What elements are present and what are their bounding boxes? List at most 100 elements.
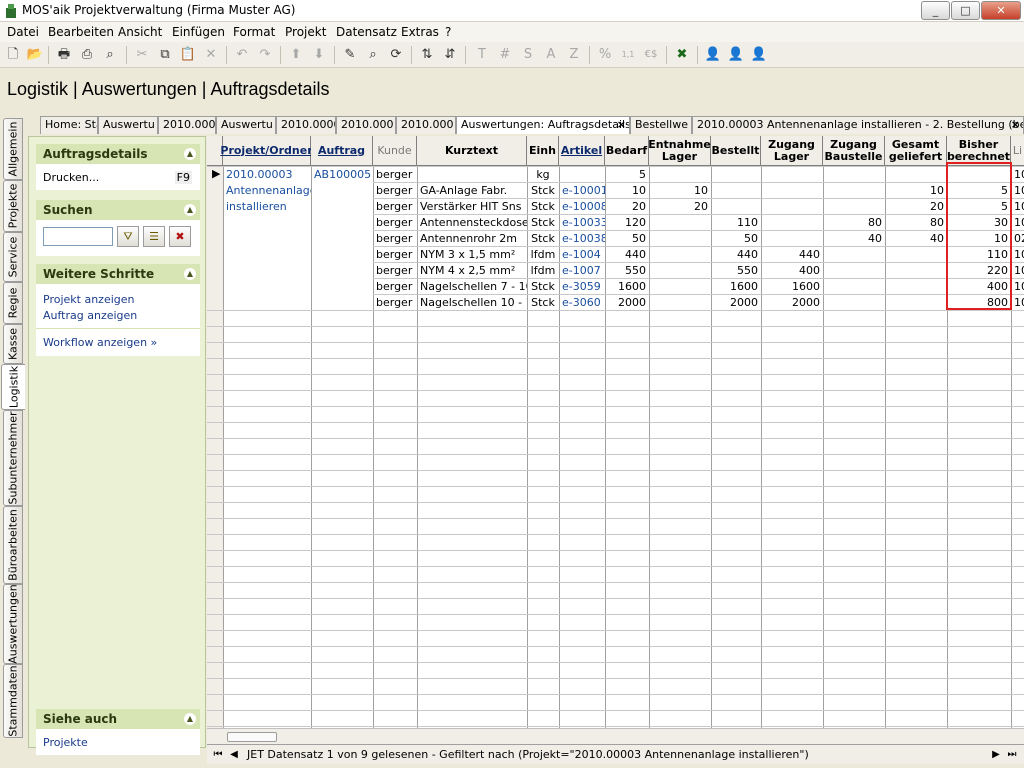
header-zugang-lager[interactable]: Zugang Lager bbox=[761, 136, 823, 166]
excel-export-icon[interactable]: ✖ bbox=[672, 45, 692, 65]
collapse-icon[interactable]: ▲ bbox=[184, 148, 196, 160]
cell-entnahme[interactable] bbox=[649, 279, 711, 295]
cell-zlager[interactable]: 2000 bbox=[761, 295, 823, 311]
vtab-bueroarbeiten[interactable]: Büroarbeiten bbox=[3, 506, 23, 584]
minimize-button[interactable]: _ bbox=[921, 1, 950, 20]
move-up-icon[interactable]: ⬆ bbox=[286, 45, 306, 65]
cell-artikel[interactable]: e-10038 bbox=[559, 231, 605, 247]
cell-gesamt[interactable] bbox=[885, 247, 947, 263]
cell-zlager[interactable] bbox=[761, 199, 823, 215]
cell-einh[interactable]: lfdm bbox=[527, 247, 559, 263]
cell-artikel[interactable]: e-3059 bbox=[559, 279, 605, 295]
cell-artikel[interactable]: e-10033 bbox=[559, 215, 605, 231]
cell-artikel[interactable]: e-10001 bbox=[559, 183, 605, 199]
header-auftrag[interactable]: Auftrag bbox=[311, 136, 373, 166]
menu-datensatz[interactable]: Datensatz bbox=[336, 25, 397, 39]
tab-auftragsdetails[interactable]: Auswertungen: Auftragsdetails × bbox=[456, 116, 630, 134]
cell-einh[interactable]: kg bbox=[527, 167, 559, 183]
cell-entnahme[interactable] bbox=[649, 167, 711, 183]
decimal-icon[interactable]: 1,1 bbox=[618, 45, 638, 65]
workflow-anzeigen-link[interactable]: Workflow anzeigen » bbox=[43, 336, 157, 349]
cell-kunde[interactable]: berger bbox=[373, 183, 417, 199]
cell-zlager[interactable]: 1600 bbox=[761, 279, 823, 295]
cell-bedarf[interactable]: 120 bbox=[605, 215, 649, 231]
cell-zbaustelle[interactable] bbox=[823, 247, 885, 263]
cell-zbaustelle[interactable] bbox=[823, 167, 885, 183]
vtab-service[interactable]: Service bbox=[3, 232, 23, 282]
weitere-schritte-header[interactable]: Weitere Schritte ▲ bbox=[36, 264, 200, 284]
cell-kurztext[interactable]: NYM 3 x 1,5 mm² bbox=[417, 247, 527, 263]
header-li[interactable]: Li bbox=[1011, 136, 1024, 166]
auftragsdetails-header[interactable]: Auftragsdetails ▲ bbox=[36, 144, 200, 164]
currency-icon[interactable]: €$ bbox=[641, 45, 661, 65]
cell-li[interactable]: 10 bbox=[1011, 295, 1024, 311]
cell-bestellt[interactable] bbox=[711, 167, 761, 183]
cell-kurztext[interactable]: Nagelschellen 10 - 14 bbox=[417, 295, 527, 311]
tab-2-bestellung[interactable]: 2010.00003 Antennenanlage installieren -… bbox=[692, 116, 1024, 134]
scroll-thumb[interactable] bbox=[227, 732, 277, 742]
find-icon[interactable]: ⌕ bbox=[100, 45, 120, 65]
header-kurztext[interactable]: Kurztext bbox=[417, 136, 527, 166]
cell-gesamt[interactable]: 10 bbox=[885, 183, 947, 199]
header-bedarf[interactable]: Bedarf bbox=[605, 136, 649, 166]
cell-bedarf[interactable]: 5 bbox=[605, 167, 649, 183]
menu-bearbeiten[interactable]: Bearbeiten bbox=[48, 25, 114, 39]
cell-zbaustelle[interactable] bbox=[823, 295, 885, 311]
row-selector-column[interactable] bbox=[207, 166, 223, 744]
cell-kunde[interactable]: berger bbox=[373, 247, 417, 263]
open-folder-icon[interactable]: 📂 bbox=[25, 45, 45, 65]
undo-icon[interactable]: ↶ bbox=[232, 45, 252, 65]
cell-kurztext[interactable]: Nagelschellen 7 - 10 bbox=[417, 279, 527, 295]
cell-kurztext[interactable] bbox=[417, 167, 527, 183]
menu-format[interactable]: Format bbox=[233, 25, 275, 39]
vtab-subunternehmer[interactable]: Subunternehmer bbox=[3, 410, 23, 506]
header-artikel[interactable]: Artikel bbox=[559, 136, 605, 166]
vtab-stammdaten[interactable]: Stammdaten bbox=[3, 664, 23, 738]
menu-ansicht[interactable]: Ansicht bbox=[118, 25, 162, 39]
cell-gesamt[interactable] bbox=[885, 279, 947, 295]
cell-li[interactable]: 10 bbox=[1011, 279, 1024, 295]
cell-zbaustelle[interactable] bbox=[823, 263, 885, 279]
cell-gesamt[interactable] bbox=[885, 167, 947, 183]
cell-bestellt[interactable] bbox=[711, 199, 761, 215]
menu-extras[interactable]: Extras bbox=[401, 25, 439, 39]
cell-artikel[interactable]: e-3060 bbox=[559, 295, 605, 311]
cell-einh[interactable]: Stck bbox=[527, 295, 559, 311]
cell-entnahme[interactable] bbox=[649, 263, 711, 279]
cell-bedarf[interactable]: 10 bbox=[605, 183, 649, 199]
cell-bestellt[interactable]: 1600 bbox=[711, 279, 761, 295]
previous-record-icon[interactable]: ◀ bbox=[227, 747, 241, 763]
format-number-icon[interactable]: # bbox=[495, 45, 515, 65]
maximize-button[interactable]: □ bbox=[951, 1, 980, 20]
project-cell[interactable]: Antennenanlage bbox=[223, 183, 311, 199]
vtab-kasse[interactable]: Kasse bbox=[3, 324, 23, 364]
cell-entnahme[interactable] bbox=[649, 247, 711, 263]
cell-li[interactable]: 10 bbox=[1011, 167, 1024, 183]
tab-2010-1[interactable]: 2010.0000 bbox=[158, 116, 216, 134]
clear-filter-icon[interactable]: ✖ bbox=[169, 226, 191, 247]
cell-kurztext[interactable]: Antennenrohr 2m bbox=[417, 231, 527, 247]
format-text-icon[interactable]: T bbox=[472, 45, 492, 65]
menu-einfuegen[interactable]: Einfügen bbox=[172, 25, 225, 39]
cell-zlager[interactable] bbox=[761, 231, 823, 247]
sort-ascending-icon[interactable]: ⇅ bbox=[417, 45, 437, 65]
filter-list-icon[interactable]: ☰ bbox=[143, 226, 165, 247]
project-cell[interactable]: installieren bbox=[223, 199, 311, 215]
header-einh[interactable]: Einh bbox=[527, 136, 559, 166]
header-bestellt[interactable]: Bestellt bbox=[711, 136, 761, 166]
vtab-projekte[interactable]: Projekte bbox=[3, 180, 23, 232]
cell-artikel[interactable]: e-1007 bbox=[559, 263, 605, 279]
refresh-icon[interactable]: ⟳ bbox=[386, 45, 406, 65]
cell-bestellt[interactable]: 110 bbox=[711, 215, 761, 231]
cell-li[interactable]: 10 bbox=[1011, 247, 1024, 263]
move-down-icon[interactable]: ⬇ bbox=[309, 45, 329, 65]
cell-bestellt[interactable]: 440 bbox=[711, 247, 761, 263]
cell-zbaustelle[interactable] bbox=[823, 199, 885, 215]
cell-zbaustelle[interactable] bbox=[823, 279, 885, 295]
cell-gesamt[interactable]: 40 bbox=[885, 231, 947, 247]
edit-pencil-icon[interactable]: ✎ bbox=[340, 45, 360, 65]
cell-zlager[interactable] bbox=[761, 215, 823, 231]
cell-bedarf[interactable]: 50 bbox=[605, 231, 649, 247]
cell-li[interactable]: 10 bbox=[1011, 183, 1024, 199]
collapse-icon[interactable]: ▲ bbox=[184, 268, 196, 280]
